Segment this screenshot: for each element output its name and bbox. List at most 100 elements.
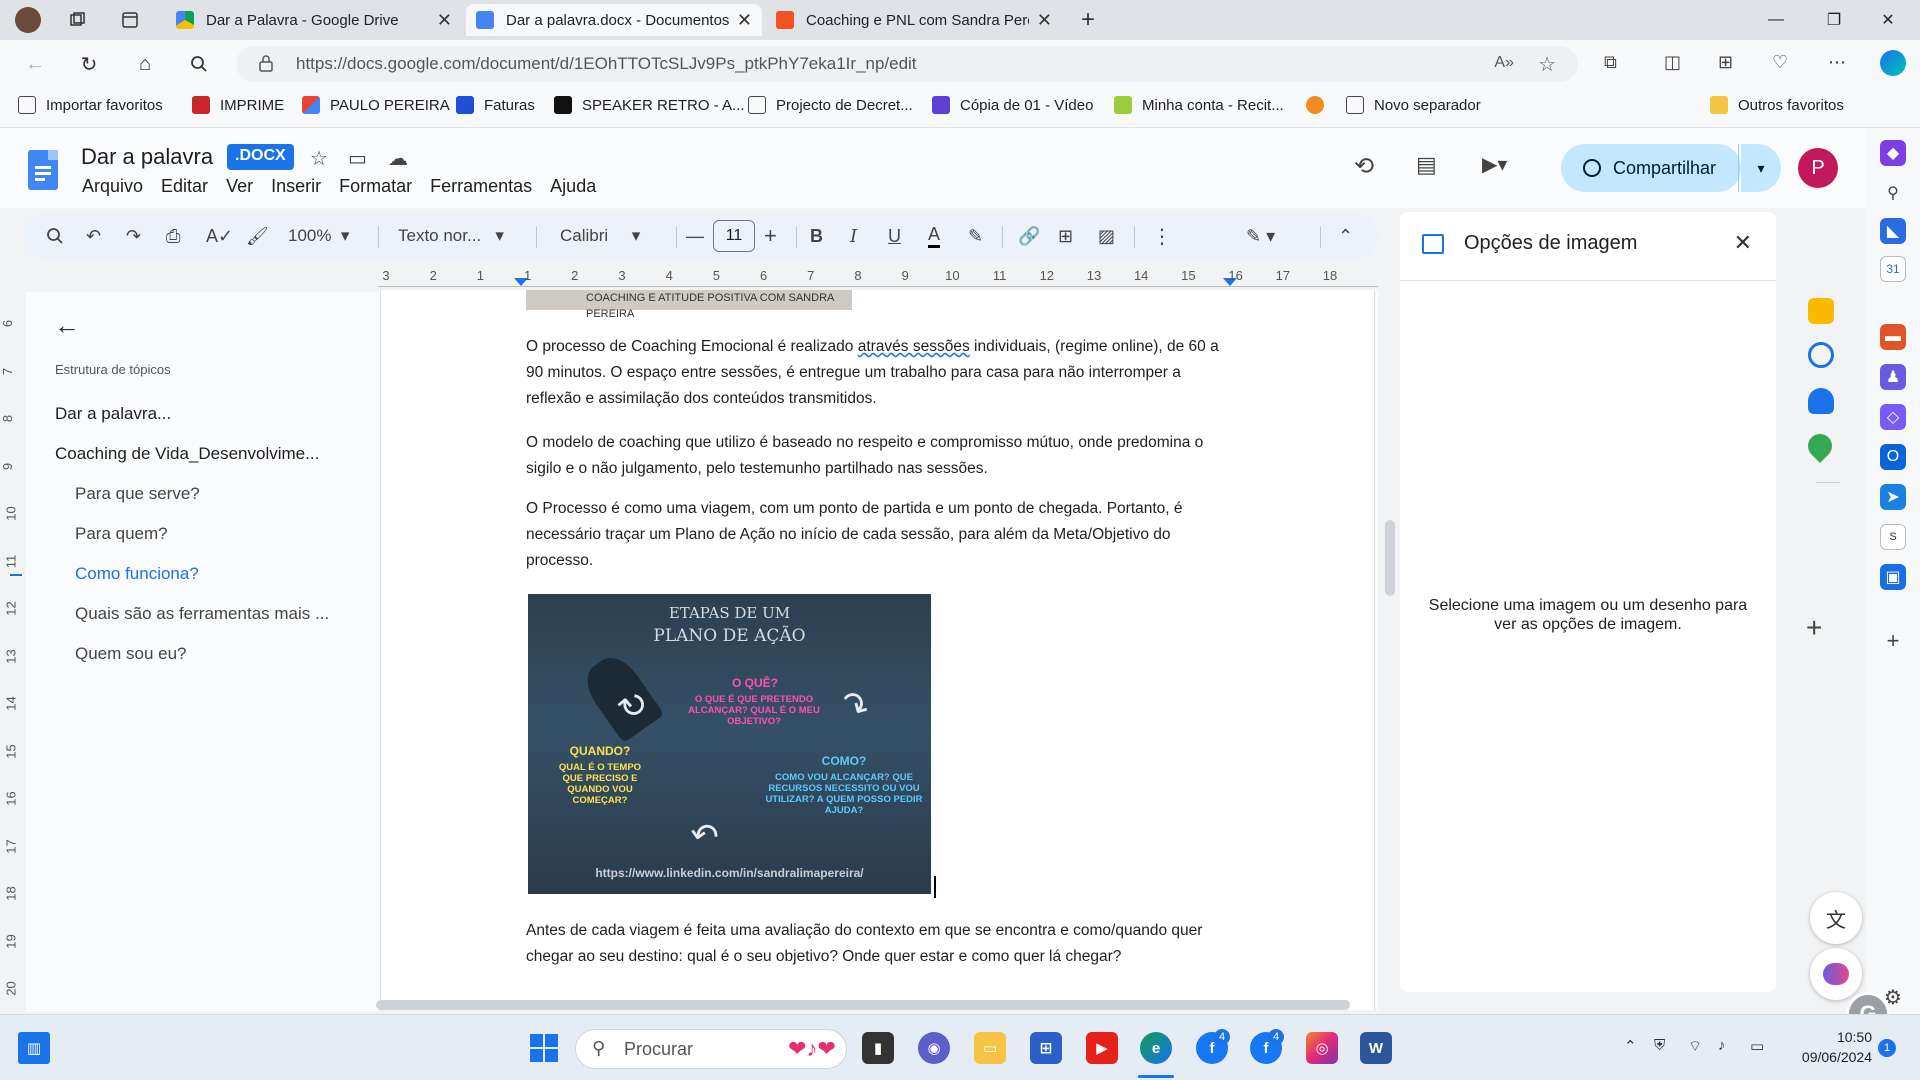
notifications-badge[interactable]: 1 xyxy=(1878,1039,1896,1057)
insert-image-icon[interactable]: ▨ xyxy=(1098,224,1115,248)
bookmark-gmail[interactable]: PAULO PEREIRA xyxy=(302,96,450,114)
microsoft-store-icon[interactable]: ⊞ xyxy=(1030,1032,1062,1064)
editing-mode-icon[interactable]: ✎ ▾ xyxy=(1246,224,1275,248)
vertical-scrollbar[interactable] xyxy=(1385,520,1395,596)
outline-item[interactable]: Dar a palavra... xyxy=(55,404,171,424)
print-icon[interactable]: ▣ xyxy=(1880,564,1906,590)
meet-video-icon[interactable]: ▶▾ xyxy=(1482,152,1507,177)
document-title[interactable]: Dar a palavra xyxy=(81,144,213,170)
star-icon[interactable]: ☆ xyxy=(310,146,328,171)
windows-start-icon[interactable] xyxy=(528,1032,560,1064)
outlook-icon[interactable]: O xyxy=(1880,444,1906,470)
menu-ver[interactable]: Ver xyxy=(226,176,253,197)
paragraph-3[interactable]: O Processo é como uma viagem, com um pon… xyxy=(526,496,1236,574)
security-icon[interactable]: ⛨ xyxy=(1654,1037,1665,1054)
extensions-icon[interactable]: ⧉ xyxy=(1604,52,1617,73)
bookmark-minha-conta[interactable]: Minha conta - Recit... xyxy=(1114,96,1284,114)
outline-item[interactable]: Para quem? xyxy=(75,524,168,544)
file-explorer-icon[interactable]: ▭ xyxy=(974,1032,1006,1064)
youtube-icon[interactable]: ▶ xyxy=(1086,1032,1118,1064)
bookmark-faturas[interactable]: Faturas xyxy=(456,96,535,114)
workspaces-icon[interactable] xyxy=(64,6,92,34)
bookmark-imprime[interactable]: IMPRIME xyxy=(192,96,284,114)
split-screen-icon[interactable]: ◫ xyxy=(1664,52,1681,73)
paragraph-4[interactable]: Antes de cada viagem é feita uma avaliaç… xyxy=(526,918,1236,970)
paragraph-1[interactable]: O processo de Coaching Emocional é reali… xyxy=(526,334,1236,412)
bookmark-import[interactable]: Importar favoritos xyxy=(18,96,163,114)
underline-icon[interactable]: U xyxy=(888,224,901,248)
print-icon[interactable]: ⎙ xyxy=(166,224,180,248)
edge-browser-icon[interactable]: e xyxy=(1140,1032,1172,1064)
menu-editar[interactable]: Editar xyxy=(161,176,208,197)
insert-link-icon[interactable]: 🔗 xyxy=(1018,224,1040,248)
close-panel-icon[interactable]: ✕ xyxy=(1734,230,1752,256)
outline-item[interactable]: Quais são as ferramentas mais ... xyxy=(75,604,329,624)
vertical-ruler[interactable]: 6 7 8 9 10 11 12 13 14 15 16 17 18 19 20 xyxy=(0,292,24,1012)
widgets-icon[interactable]: ▥ xyxy=(18,1032,50,1064)
move-folder-icon[interactable]: ▭ xyxy=(348,146,367,171)
read-aloud-icon[interactable]: A» xyxy=(1494,54,1514,72)
send-icon[interactable]: ➤ xyxy=(1880,484,1906,510)
office-icon[interactable]: ◇ xyxy=(1880,404,1906,430)
more-tools-icon[interactable]: ⋮ xyxy=(1152,224,1172,248)
new-tab-button[interactable]: + xyxy=(1074,6,1102,34)
zoom-select[interactable]: 100% ▾ xyxy=(288,224,349,248)
outline-item[interactable]: Para que serve? xyxy=(75,484,200,504)
add-sidebar-app-icon[interactable]: + xyxy=(1880,628,1906,654)
decrease-font-size-icon[interactable]: — xyxy=(686,224,704,248)
version-history-icon[interactable]: ⟲ xyxy=(1354,152,1374,181)
contacts-icon[interactable] xyxy=(1808,388,1834,414)
collapse-menus-icon[interactable]: ⌃ xyxy=(1338,224,1353,248)
games-icon[interactable]: ♟ xyxy=(1880,364,1906,390)
close-window-button[interactable]: ✕ xyxy=(1868,6,1908,34)
task-view-icon[interactable]: ▮ xyxy=(862,1032,894,1064)
menu-arquivo[interactable]: Arquivo xyxy=(82,176,143,197)
profile-avatar-icon[interactable] xyxy=(14,6,42,34)
clock[interactable]: 10:50 09/06/2024 xyxy=(1782,1027,1872,1067)
back-button[interactable]: ← xyxy=(20,50,50,78)
bookmark-video[interactable]: Cópia de 01 - Vídeo xyxy=(932,96,1093,114)
maximize-button[interactable]: ❐ xyxy=(1814,6,1854,34)
translate-icon[interactable]: 文 xyxy=(1810,892,1862,944)
font-select[interactable]: Calibri ▾ xyxy=(560,224,640,248)
bookmark-speaker[interactable]: SPEAKER RETRO - A... xyxy=(554,96,745,114)
menu-ajuda[interactable]: Ajuda xyxy=(550,176,596,197)
tab-coaching-site[interactable]: Coaching e PNL com Sandra Pereira ✕ xyxy=(766,4,1062,36)
bookmark-extra[interactable] xyxy=(1306,96,1334,114)
tasks-icon[interactable] xyxy=(1808,342,1834,368)
search-icon[interactable]: ⚲ xyxy=(1880,180,1906,206)
paint-format-icon[interactable]: 🖌 xyxy=(246,224,269,248)
search-menus-icon[interactable] xyxy=(46,224,64,248)
show-hidden-icons[interactable]: ⌃ xyxy=(1624,1037,1637,1055)
home-button[interactable]: ⌂ xyxy=(130,50,160,78)
bookmark-novo-separador[interactable]: Novo separador xyxy=(1346,96,1481,114)
copilot-sidebar-icon[interactable]: ◆ xyxy=(1880,140,1906,166)
volume-icon[interactable]: ♪ xyxy=(1718,1037,1726,1054)
docs-logo-icon[interactable] xyxy=(28,150,58,190)
browser-essentials-icon[interactable]: ♡ xyxy=(1772,52,1788,73)
undo-icon[interactable]: ↶ xyxy=(86,224,101,248)
more-options-icon[interactable]: ⋯ xyxy=(1828,52,1846,73)
skype-icon[interactable]: S xyxy=(1880,524,1906,550)
copilot-icon[interactable] xyxy=(1880,50,1906,76)
ai-assistant-icon[interactable] xyxy=(1810,948,1862,1000)
tab-google-drive[interactable]: Dar a Palavra - Google Drive ✕ xyxy=(166,4,462,36)
tab-google-docs[interactable]: Dar a palavra.docx - Documentos ✕ xyxy=(466,4,762,36)
bold-icon[interactable]: B xyxy=(810,224,823,248)
spellcheck-underline[interactable]: através sessões xyxy=(858,338,970,355)
toolbox-icon[interactable]: ▬ xyxy=(1880,324,1906,350)
menu-inserir[interactable]: Inserir xyxy=(271,176,321,197)
favorite-star-icon[interactable]: ☆ xyxy=(1538,52,1556,77)
tag-icon[interactable]: ◣ xyxy=(1880,218,1906,244)
close-tab-icon[interactable]: ✕ xyxy=(737,10,752,31)
collections-icon[interactable]: ⊞ xyxy=(1718,52,1733,73)
spellcheck-icon[interactable]: A✓ xyxy=(206,224,233,248)
taskbar-search-input[interactable]: ⚲ Procurar ❤♪❤ xyxy=(575,1029,847,1069)
share-button[interactable]: Compartilhar xyxy=(1561,144,1741,192)
wifi-icon[interactable]: ⌔ xyxy=(1688,1037,1702,1056)
menu-formatar[interactable]: Formatar xyxy=(339,176,412,197)
add-comment-icon[interactable]: ⊞ xyxy=(1058,224,1073,248)
action-plan-image[interactable]: ETAPAS DE UM PLANO DE AÇÃO O QUÊ? O QUE … xyxy=(528,594,931,894)
increase-font-size-icon[interactable]: + xyxy=(764,223,777,248)
redo-icon[interactable]: ↷ xyxy=(126,224,141,248)
